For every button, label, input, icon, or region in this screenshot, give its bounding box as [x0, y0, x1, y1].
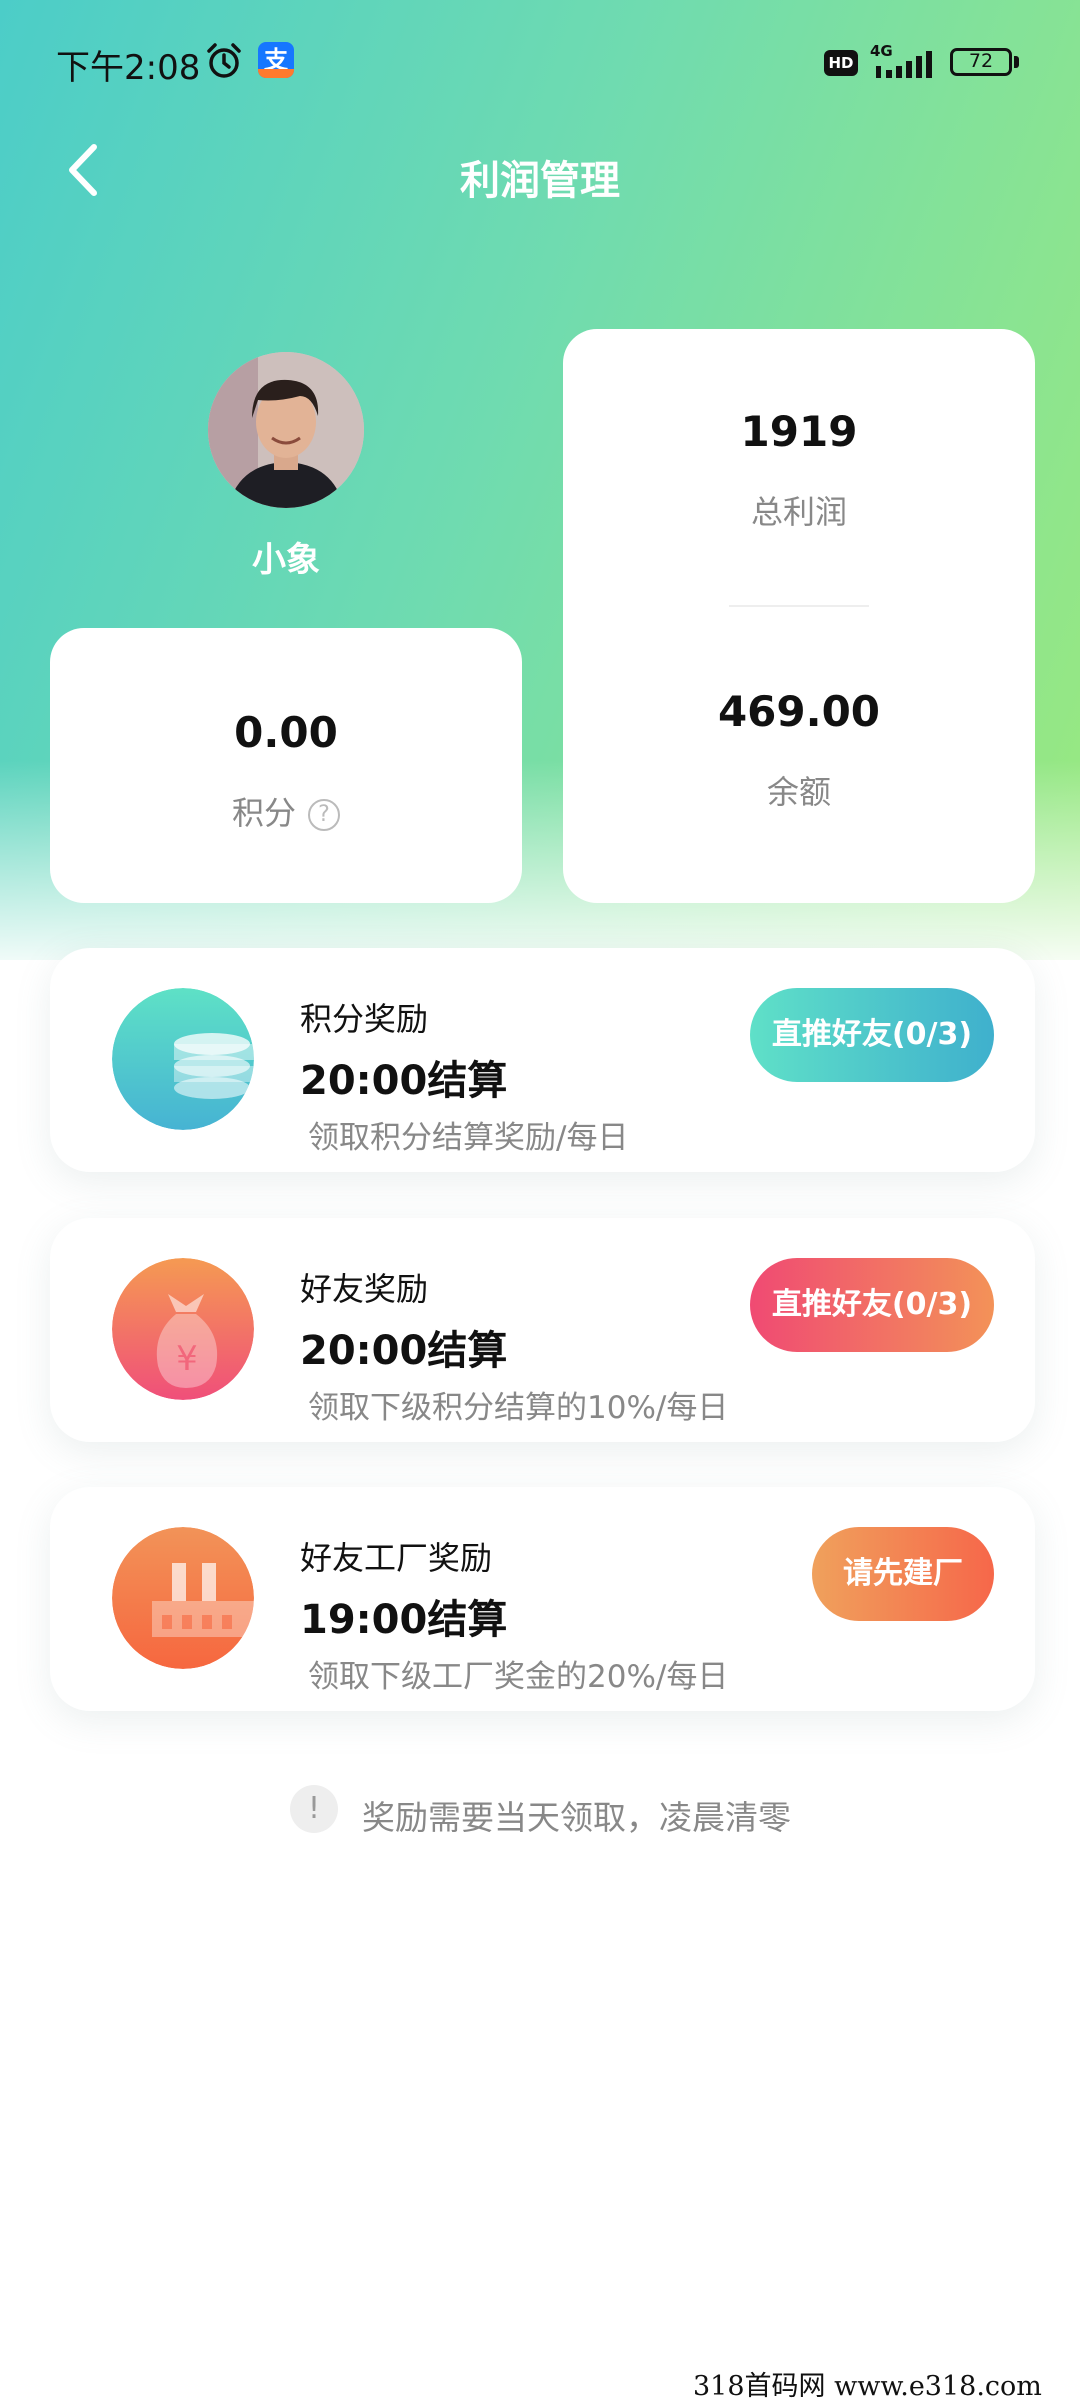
reward-description: 领取下级积分结算的10%/每日 [308, 1390, 729, 1426]
factory-icon [112, 1527, 254, 1669]
total-profit-label: 总利润 [750, 493, 847, 531]
alipay-icon: 支 [258, 42, 294, 78]
battery-icon: 72 [950, 48, 1012, 76]
alarm-clock-icon [207, 43, 241, 78]
watermark: 318首码网 www.e318.com [693, 2364, 1080, 2402]
reward-title: 好友工厂奖励 [300, 1539, 493, 1577]
reward-settle-time: 20:00结算 [300, 1328, 508, 1374]
points-label-row: 积分? [50, 788, 522, 834]
notice-text: 奖励需要当天领取，凌晨清零 [362, 1798, 791, 1837]
avatar[interactable] [208, 352, 364, 508]
reward-title: 好友奖励 [300, 1270, 429, 1308]
status-time: 下午2:08 [56, 48, 201, 88]
avatar-image [208, 352, 364, 508]
reward-settle-time: 20:00结算 [300, 1058, 508, 1104]
friend-reward-card: ¥ 好友奖励 20:00结算 领取下级积分结算的10%/每日 直推好友(0/3) [50, 1218, 1035, 1442]
battery-level: 72 [968, 50, 994, 72]
build-factory-button[interactable]: 请先建厂 [812, 1527, 994, 1621]
coin-stack-icon [112, 988, 254, 1130]
help-icon[interactable]: ? [308, 799, 340, 831]
profit-card: 1919 总利润 469.00 余额 [563, 329, 1035, 903]
network-type: 4G [870, 42, 893, 60]
points-card: 0.00 积分? [50, 628, 522, 903]
reward-description: 领取积分结算奖励/每日 [308, 1120, 629, 1156]
hd-badge: HD [824, 50, 858, 76]
factory-reward-card: 好友工厂奖励 19:00结算 领取下级工厂奖金的20%/每日 请先建厂 [50, 1487, 1035, 1711]
points-value: 0.00 [234, 708, 338, 757]
points-reward-card: 积分奖励 20:00结算 领取积分结算奖励/每日 直推好友(0/3) [50, 948, 1035, 1172]
exclamation-icon: ! [290, 1785, 338, 1833]
balance-label: 余额 [766, 773, 831, 811]
username: 小象 [252, 540, 320, 580]
points-label: 积分 [231, 794, 296, 832]
page-title: 利润管理 [460, 158, 620, 204]
status-bar: 下午2:08 支 HD 4G 72 [0, 0, 1080, 120]
invite-friends-button[interactable]: 直推好友(0/3) [750, 988, 994, 1082]
total-profit-value: 1919 [740, 407, 858, 456]
battery-tip [1014, 56, 1019, 68]
reward-title: 积分奖励 [300, 1000, 429, 1038]
svg-text:¥: ¥ [176, 1339, 198, 1379]
money-bag-icon: ¥ [112, 1258, 254, 1400]
reward-settle-time: 19:00结算 [300, 1597, 508, 1643]
reward-description: 领取下级工厂奖金的20%/每日 [308, 1659, 729, 1695]
profit-divider [729, 605, 869, 607]
invite-friends-button[interactable]: 直推好友(0/3) [750, 1258, 994, 1352]
balance-value: 469.00 [717, 687, 881, 736]
